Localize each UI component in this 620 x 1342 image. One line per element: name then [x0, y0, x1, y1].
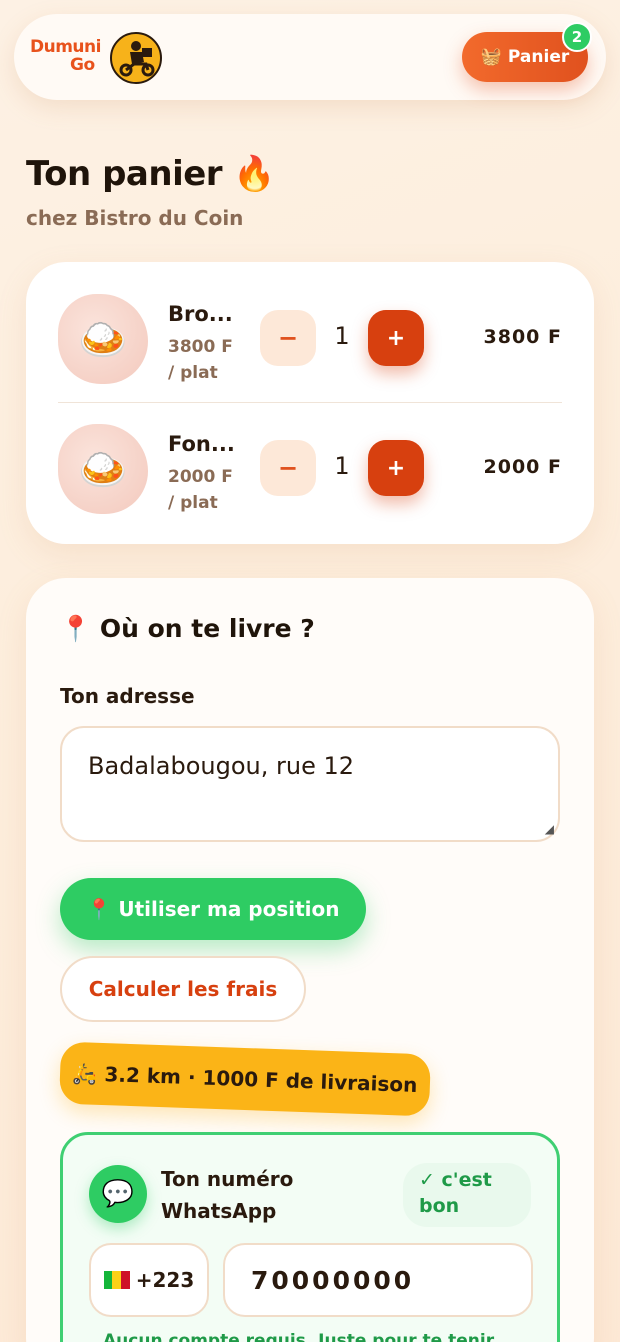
- valid-status-badge: ✓ c'est bon: [403, 1163, 531, 1227]
- restaurant-subtitle: chez Bistro du Coin: [26, 206, 244, 230]
- basket-icon: 🧺: [480, 47, 502, 67]
- divider: [58, 402, 562, 403]
- decrease-qty-button[interactable]: −: [260, 310, 316, 366]
- country-code-select[interactable]: +223: [89, 1243, 209, 1317]
- calculate-fees-button[interactable]: Calculer les frais: [60, 956, 306, 1022]
- app-logo[interactable]: Dumuni Go: [30, 30, 170, 86]
- cart-label: Panier: [507, 47, 570, 67]
- whatsapp-label: Ton numéro WhatsApp: [161, 1167, 294, 1223]
- country-code-value: +223: [135, 1268, 195, 1292]
- cart-count-badge: 2: [562, 22, 592, 52]
- top-bar: Dumuni Go 🧺 Panier 2: [14, 14, 606, 100]
- logo-line2: Go: [70, 55, 95, 75]
- address-textarea[interactable]: Badalabougou, rue 12 ◢: [60, 726, 560, 842]
- cart-item: 🍛 Bro... 3800 F / plat − 1 + 3800 F: [58, 284, 562, 394]
- use-location-button[interactable]: 📍 Utiliser ma position: [60, 878, 366, 940]
- address-label: Ton adresse: [60, 684, 195, 708]
- item-price-unit: / plat: [168, 363, 218, 383]
- logo-text: Dumuni Go: [30, 38, 101, 74]
- item-price-unit: / plat: [168, 493, 218, 513]
- decrease-qty-button[interactable]: −: [260, 440, 316, 496]
- item-name: Bro...: [168, 302, 233, 326]
- delivery-card: 📍 Où on te livre ? Ton adresse Badalabou…: [26, 578, 594, 1342]
- rice-dish-icon: 🍛: [58, 294, 148, 384]
- resize-handle-icon[interactable]: ◢: [545, 822, 554, 836]
- delivery-fee-badge: 🛵 3.2 km · 1000 F de livraison: [59, 1041, 431, 1117]
- phone-input[interactable]: 70000000: [223, 1243, 533, 1317]
- delivery-title: 📍 Où on te livre ?: [60, 614, 315, 643]
- item-name: Fon...: [168, 432, 235, 456]
- item-line-total: 3800 F: [483, 326, 562, 348]
- whatsapp-hint: Aucun compte requis. Juste pour te tenir: [103, 1331, 495, 1342]
- item-price-value: 2000 F: [168, 467, 233, 487]
- scooter-rider-icon: [110, 32, 162, 84]
- cart-button[interactable]: 🧺 Panier 2: [462, 22, 592, 82]
- increase-qty-button[interactable]: +: [368, 310, 424, 366]
- address-value: Badalabougou, rue 12: [88, 752, 355, 780]
- whatsapp-section: 💬 Ton numéro WhatsApp ✓ c'est bon +223 7…: [60, 1132, 560, 1342]
- item-unit-price: 3800 F / plat: [168, 334, 258, 386]
- item-price-value: 3800 F: [168, 337, 233, 357]
- logo-line1: Dumuni: [30, 37, 101, 57]
- page-title: Ton panier 🔥: [26, 154, 276, 194]
- cart-item: 🍛 Fon... 2000 F / plat − 1 + 2000 F: [58, 414, 562, 524]
- increase-qty-button[interactable]: +: [368, 440, 424, 496]
- mali-flag-icon: [103, 1271, 130, 1289]
- cart-items-card: 🍛 Bro... 3800 F / plat − 1 + 3800 F 🍛 Fo…: [26, 262, 594, 544]
- item-unit-price: 2000 F / plat: [168, 464, 258, 516]
- item-line-total: 2000 F: [483, 456, 562, 478]
- chat-bubble-icon: 💬: [89, 1165, 147, 1223]
- item-quantity: 1: [334, 322, 350, 350]
- rice-dish-icon: 🍛: [58, 424, 148, 514]
- item-quantity: 1: [334, 452, 350, 480]
